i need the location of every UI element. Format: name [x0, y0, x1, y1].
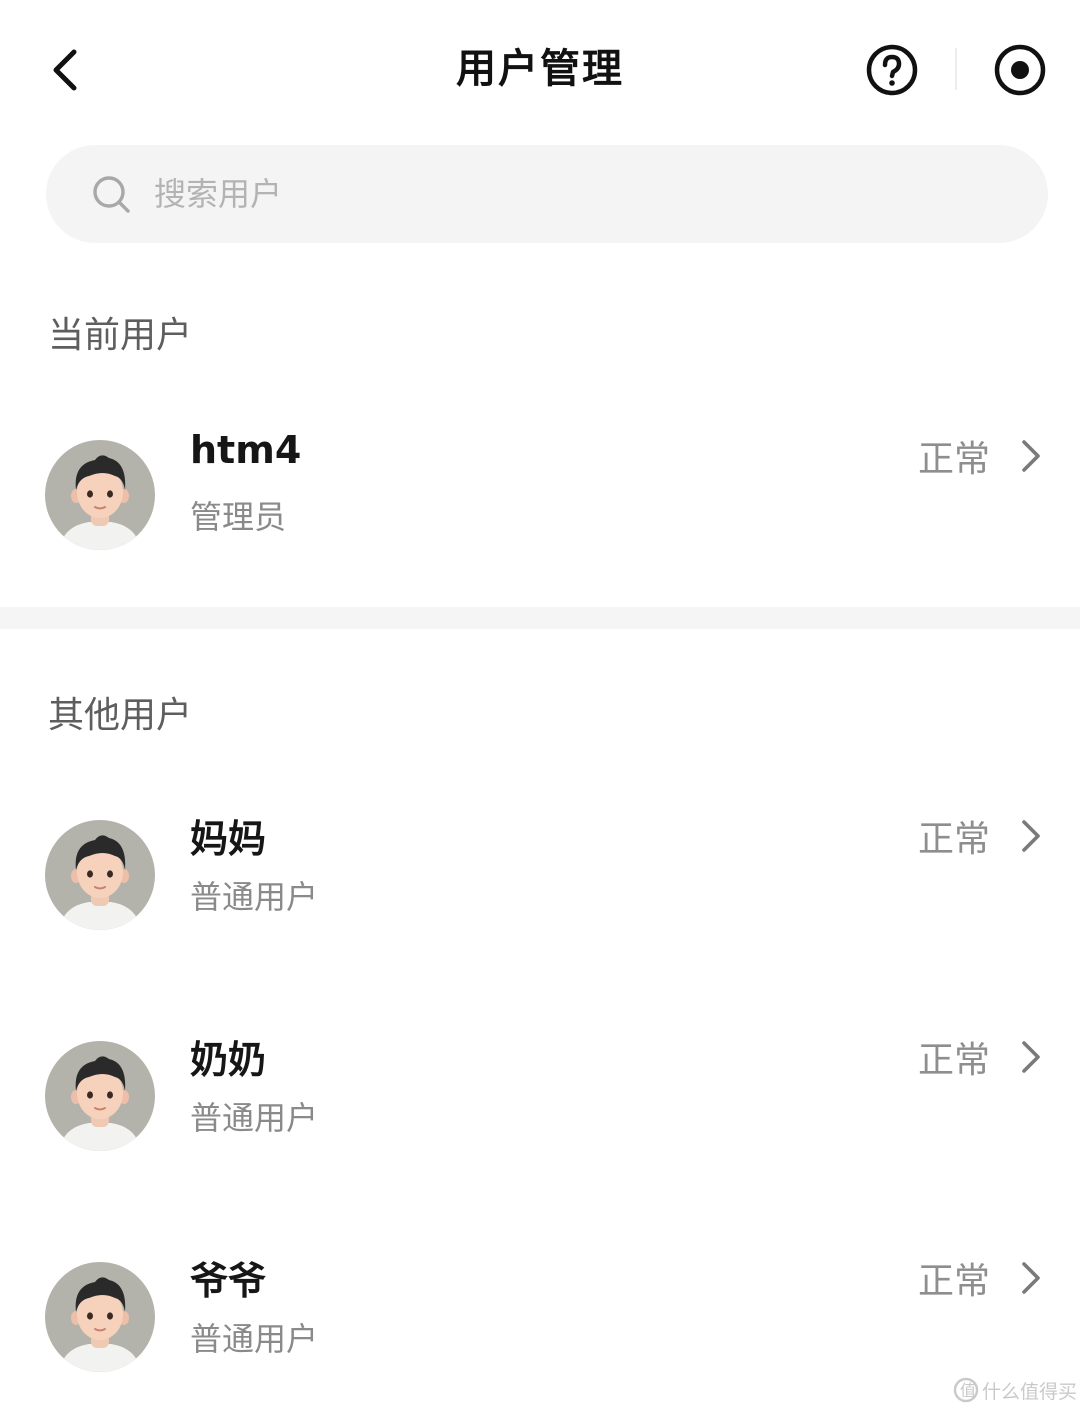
user-role: 普通用户 — [190, 1320, 319, 1358]
help-icon — [866, 44, 918, 96]
chevron-right-icon — [1018, 438, 1044, 474]
user-row-current[interactable]: htm4 管理员 正常 — [0, 420, 1080, 570]
user-row-other[interactable]: 奶奶 普通用户 正常 — [0, 1021, 1080, 1171]
user-role: 普通用户 — [190, 1099, 319, 1137]
section-title-others: 其他用户 — [48, 695, 193, 736]
user-status: 正常 — [917, 439, 990, 480]
avatar — [45, 440, 155, 550]
search-input[interactable] — [154, 167, 1014, 221]
search-bar[interactable] — [46, 145, 1048, 243]
user-row-other[interactable]: 爷爷 普通用户 正常 — [0, 1242, 1080, 1392]
user-status: 正常 — [917, 1040, 990, 1081]
chevron-right-icon — [1018, 1039, 1044, 1075]
avatar — [45, 1262, 155, 1372]
user-name: 爷爷 — [190, 1259, 267, 1303]
nav-divider — [955, 48, 957, 90]
user-role: 普通用户 — [190, 878, 319, 916]
avatar — [45, 820, 155, 930]
user-row-other[interactable]: 妈妈 普通用户 正常 — [0, 800, 1080, 950]
chevron-right-icon — [1018, 818, 1044, 854]
user-name: 妈妈 — [190, 817, 267, 861]
section-title-current: 当前用户 — [48, 315, 193, 356]
user-status: 正常 — [917, 819, 990, 860]
close-miniapp-button[interactable] — [992, 42, 1048, 98]
watermark-text: 什么值得买 — [982, 1381, 1078, 1403]
user-status: 正常 — [917, 1261, 990, 1302]
user-name: 奶奶 — [190, 1038, 267, 1082]
chevron-right-icon — [1018, 1260, 1044, 1296]
search-icon — [93, 176, 130, 213]
navigation-bar: 用户管理 — [0, 0, 1080, 140]
section-divider — [0, 607, 1080, 629]
target-icon — [994, 44, 1046, 96]
user-role: 管理员 — [190, 498, 287, 536]
svg-text:值: 值 — [960, 1381, 976, 1400]
user-name: htm4 — [190, 428, 302, 472]
help-button[interactable] — [864, 42, 920, 98]
avatar — [45, 1041, 155, 1151]
